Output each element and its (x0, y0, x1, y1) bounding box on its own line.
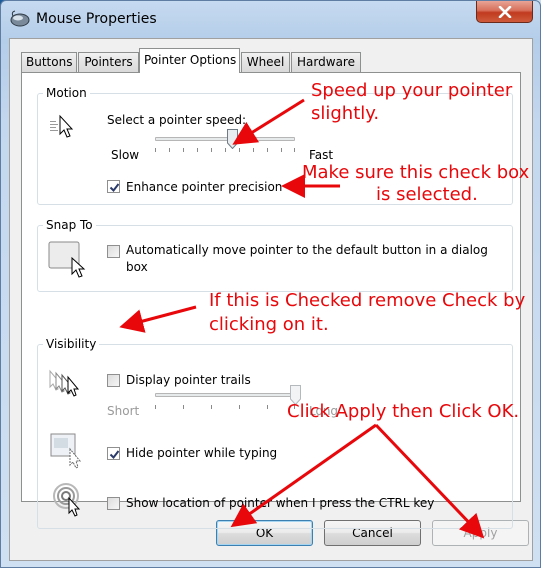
pointer-speed-ticks (155, 148, 295, 152)
tab-wheel[interactable]: Wheel (241, 52, 290, 72)
motion-group-label: Motion (43, 85, 90, 101)
show-location-icon (53, 482, 87, 518)
snap-to-group: Snap To Automatically move pointer to th… (37, 217, 513, 292)
title-bar[interactable]: Mouse Properties (1, 1, 540, 37)
pointer-speed-slider[interactable] (226, 129, 238, 150)
trail-length-ticks (155, 405, 295, 409)
visibility-group-label: Visibility (43, 336, 100, 352)
tab-pointers[interactable]: Pointers (78, 52, 139, 72)
hide-pointer-icon (50, 433, 84, 469)
tab-hardware[interactable]: Hardware (291, 52, 361, 72)
pointer-speed-label: Select a pointer speed: (107, 113, 247, 127)
snap-to-checkbox[interactable] (107, 245, 120, 258)
show-location-label[interactable]: Show location of pointer when I press th… (126, 496, 434, 511)
visibility-group: Visibility Display pointer trails Short … (37, 336, 513, 529)
tab-pointer-options[interactable]: Pointer Options (139, 48, 240, 73)
mouse-icon (9, 10, 30, 28)
annotation-speed-line2: slightly. (311, 103, 380, 124)
hide-pointer-checkbox[interactable] (107, 447, 120, 460)
snap-to-group-label: Snap To (43, 217, 96, 233)
enhance-precision-checkbox[interactable] (107, 180, 120, 193)
trail-length-track (155, 393, 295, 397)
annotation-trails-line2: clicking on it. (209, 314, 329, 335)
window-title: Mouse Properties (36, 11, 157, 27)
slow-label: Slow (111, 148, 140, 162)
pointer-speed-icon (50, 112, 80, 142)
annotation-precision-line1: Make sure this check box (302, 162, 530, 183)
enhance-precision-label[interactable]: Enhance pointer precision (126, 180, 282, 195)
annotation-speed-line1: Speed up your pointer (311, 80, 513, 101)
annotation-precision-line2: is selected. (376, 184, 478, 205)
pointer-trails-label[interactable]: Display pointer trails (126, 373, 251, 388)
annotation-apply-note: Click Apply then Click OK. (287, 401, 520, 422)
snap-to-label-line2[interactable]: box (126, 260, 148, 275)
snap-to-label-line1[interactable]: Automatically move pointer to the defaul… (126, 243, 488, 258)
checkmark-icon (109, 183, 120, 193)
hide-pointer-label[interactable]: Hide pointer while typing (126, 446, 277, 461)
pointer-trails-checkbox[interactable] (107, 374, 120, 387)
pointer-speed-track (155, 137, 295, 141)
tab-buttons[interactable]: Buttons (21, 52, 77, 72)
pointer-trails-icon (48, 367, 84, 399)
checkmark-icon (109, 450, 120, 460)
short-label: Short (107, 404, 140, 418)
annotation-trails-line1: If this is Checked remove Check by (209, 290, 526, 311)
snap-to-icon (48, 240, 90, 278)
pointer-options-page: Motion Select a pointer speed: Slow Fast (21, 72, 521, 529)
show-location-checkbox[interactable] (107, 497, 120, 510)
close-button[interactable] (476, 1, 533, 23)
close-icon (498, 5, 511, 18)
